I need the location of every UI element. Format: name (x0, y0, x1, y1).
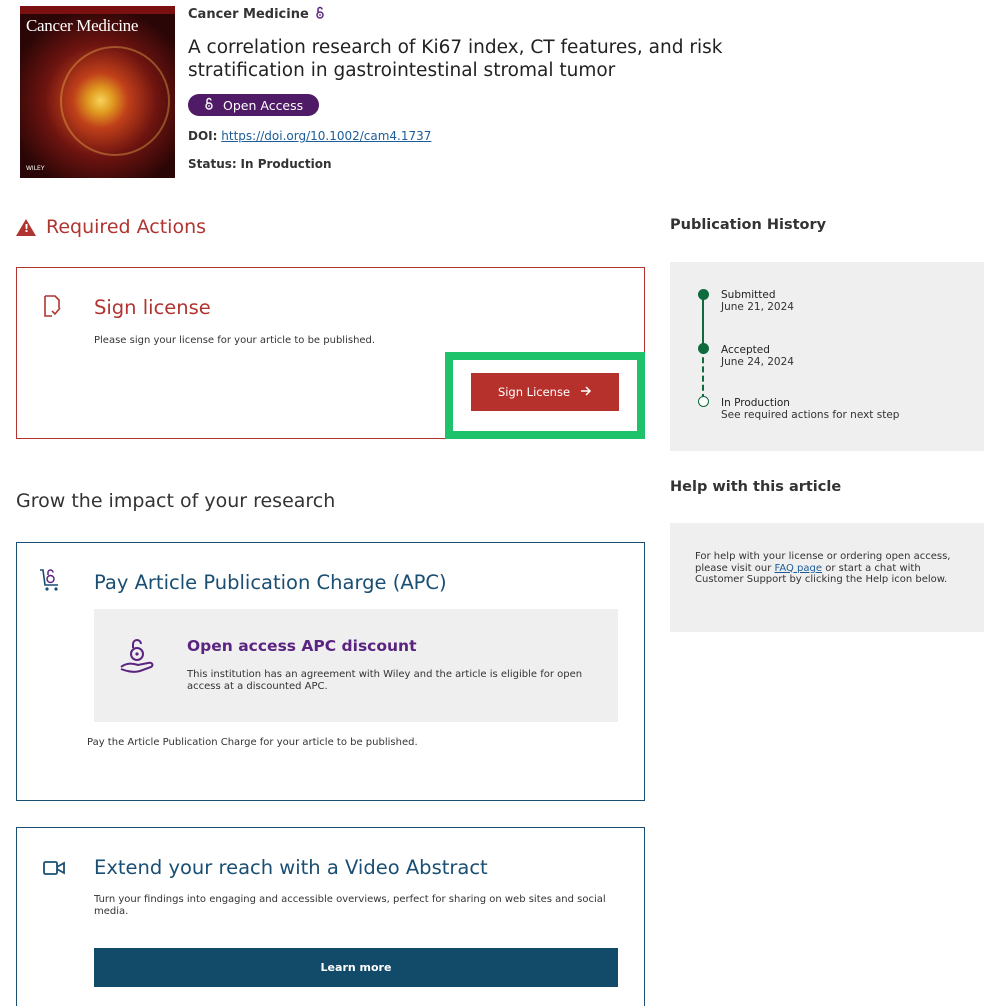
cart-open-access-icon (39, 567, 61, 593)
sign-license-button[interactable]: Sign License (471, 373, 619, 411)
cover-publisher: WILEY (26, 165, 45, 172)
publication-history-heading: Publication History (670, 217, 827, 233)
open-access-lock-icon (204, 97, 214, 113)
video-camera-icon (43, 860, 65, 876)
sign-license-card: Sign license Please sign your license fo… (16, 267, 645, 439)
article-title: A correlation research of Ki67 index, CT… (188, 37, 723, 81)
apc-title: Pay Article Publication Charge (APC) (94, 571, 447, 594)
help-heading: Help with this article (670, 479, 842, 495)
warning-triangle-icon (16, 218, 36, 236)
journal-title: Cancer Medicine (188, 7, 309, 22)
status-row: Status: In Production (188, 157, 332, 171)
timeline-step-detail: June 24, 2024 (721, 356, 794, 368)
hand-open-access-icon (118, 635, 158, 675)
timeline-dot-in-production (698, 396, 709, 407)
doi-link[interactable]: https://doi.org/10.1002/cam4.1737 (221, 129, 431, 143)
apc-discount-panel: Open access APC discount This institutio… (94, 609, 618, 722)
open-access-badge: Open Access (188, 94, 320, 116)
apc-discount-description: This institution has an agreement with W… (187, 669, 583, 692)
document-check-icon (43, 295, 61, 317)
open-access-label: Open Access (223, 97, 304, 113)
timeline-step-submitted: Submitted June 21, 2024 (721, 289, 794, 313)
timeline-line-complete (702, 294, 704, 348)
doi-row: DOI: https://doi.org/10.1002/cam4.1737 (188, 129, 431, 143)
apc-footer-text: Pay the Article Publication Charge for y… (87, 737, 418, 748)
status-value: In Production (240, 157, 332, 171)
timeline-step-accepted: Accepted June 24, 2024 (721, 344, 794, 368)
video-abstract-card: Extend your reach with a Video Abstract … (16, 827, 645, 1006)
timeline-dot-accepted (698, 343, 709, 354)
timeline-step-label: Accepted (721, 344, 770, 356)
required-actions-label: Required Actions (46, 216, 207, 238)
help-text: For help with your license or ordering o… (695, 551, 965, 586)
timeline-line-pending (702, 348, 704, 400)
cover-title: Cancer Medicine (26, 16, 139, 35)
timeline-step-label: In Production (721, 397, 790, 409)
status-label: Status: (188, 157, 237, 171)
sign-license-description: Please sign your license for your articl… (94, 335, 376, 346)
journal-name: Cancer Medicine (188, 6, 325, 23)
video-abstract-title: Extend your reach with a Video Abstract (94, 856, 488, 879)
timeline-step-detail: June 21, 2024 (721, 301, 794, 313)
faq-link[interactable]: FAQ page (774, 563, 822, 574)
arrow-right-icon (580, 385, 592, 399)
open-access-lock-icon (315, 6, 325, 23)
required-actions-heading: Required Actions (16, 216, 206, 238)
learn-more-button[interactable]: Learn more (94, 948, 618, 987)
timeline-step-label: Submitted (721, 289, 776, 301)
journal-cover-image: Cancer Medicine WILEY (20, 6, 175, 178)
publication-history-panel: Submitted June 21, 2024 Accepted June 24… (670, 262, 984, 451)
doi-label: DOI: (188, 129, 218, 143)
cover-illustration (60, 46, 170, 156)
apc-card: Pay Article Publication Charge (APC) Ope… (16, 542, 645, 801)
grow-impact-heading: Grow the impact of your research (16, 490, 336, 512)
sign-license-button-label: Sign License (497, 385, 571, 399)
sign-license-title: Sign license (94, 296, 211, 319)
help-panel: For help with your license or ordering o… (670, 523, 984, 632)
timeline-step-detail: See required actions for next step (721, 409, 900, 421)
timeline-dot-submitted (698, 289, 709, 300)
timeline-step-in-production: In Production See required actions for n… (721, 397, 899, 421)
video-abstract-description: Turn your findings into engaging and acc… (94, 894, 606, 917)
cover-top-bar (20, 6, 175, 14)
apc-discount-title: Open access APC discount (187, 637, 417, 655)
